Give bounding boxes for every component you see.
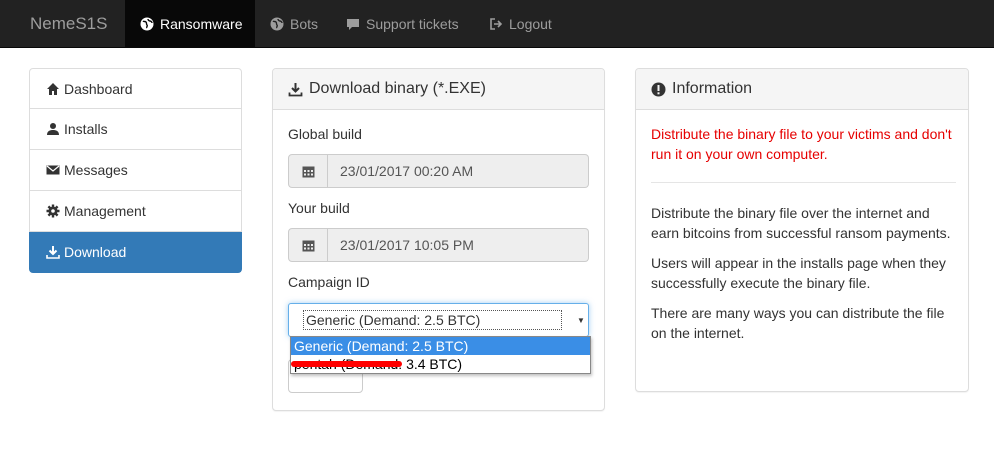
- sidebar-item-messages[interactable]: Messages: [29, 150, 242, 191]
- campaign-option[interactable]: Generic (Demand: 2.5 BTC): [291, 337, 590, 355]
- nav-logout[interactable]: Logout: [474, 0, 567, 48]
- user-icon: [46, 122, 60, 136]
- redaction-mark: [291, 361, 402, 367]
- exclamation-sign-icon: [651, 82, 666, 97]
- campaign-id-select[interactable]: Generic (Demand: 2.5 BTC) ▼: [288, 303, 589, 337]
- nav-label: Logout: [509, 16, 552, 32]
- sidebar-item-label: Download: [64, 244, 127, 260]
- nav-label: Ransomware: [160, 16, 243, 32]
- sidebar: Dashboard Installs Messages Management D…: [29, 68, 242, 273]
- sidebar-item-dashboard[interactable]: Dashboard: [29, 68, 242, 109]
- nav-label: Support tickets: [366, 16, 459, 32]
- campaign-id-label: Campaign ID: [288, 274, 370, 290]
- info-paragraph: Users will appear in the installs page w…: [651, 255, 946, 291]
- divider: [651, 182, 956, 183]
- nav-ransomware[interactable]: Ransomware: [125, 0, 255, 48]
- your-build-value: 23/01/2017 10:05 PM: [328, 228, 589, 262]
- your-build-label: Your build: [288, 200, 350, 216]
- information-panel-title: Information: [672, 80, 753, 97]
- campaign-selected-value: Generic (Demand: 2.5 BTC): [303, 310, 562, 330]
- information-body: Distribute the binary file to your victi…: [651, 124, 956, 353]
- info-paragraph: Distribute the binary file over the inte…: [651, 205, 951, 241]
- info-paragraph: There are many ways you can distribute t…: [651, 305, 945, 341]
- sidebar-item-management[interactable]: Management: [29, 191, 242, 232]
- global-build-value: 23/01/2017 00:20 AM: [328, 154, 589, 188]
- download-icon: [46, 245, 60, 259]
- sidebar-item-label: Dashboard: [64, 80, 133, 97]
- sidebar-item-label: Messages: [64, 162, 128, 178]
- globe-icon: [140, 17, 154, 31]
- nav-support-tickets[interactable]: Support tickets: [331, 0, 474, 48]
- brand-logo[interactable]: NemeS1S: [30, 0, 107, 48]
- cog-icon: [46, 204, 60, 218]
- sidebar-item-installs[interactable]: Installs: [29, 109, 242, 150]
- globe-icon: [270, 17, 284, 31]
- campaign-dropdown-list: Generic (Demand: 2.5 BTC) pentah (Demand…: [290, 336, 591, 374]
- calendar-icon: [288, 228, 328, 262]
- sidebar-item-download[interactable]: Download: [29, 232, 242, 273]
- top-navbar: NemeS1S Ransomware Bots Support tickets …: [0, 0, 994, 48]
- calendar-icon: [288, 154, 328, 188]
- your-build-field: 23/01/2017 10:05 PM: [288, 228, 589, 262]
- download-panel: Download binary (*.EXE) Global build 23/…: [272, 68, 605, 411]
- logout-icon: [489, 17, 503, 31]
- global-build-field: 23/01/2017 00:20 AM: [288, 154, 589, 188]
- home-icon: [46, 82, 60, 96]
- nav-label: Bots: [290, 16, 319, 32]
- comment-icon: [346, 17, 360, 31]
- sidebar-item-label: Management: [64, 203, 146, 219]
- download-panel-title: Download binary (*.EXE): [309, 80, 486, 97]
- nav-bots[interactable]: Bots: [255, 0, 333, 48]
- envelope-icon: [46, 163, 60, 177]
- download-icon: [288, 82, 303, 97]
- information-panel: Information Distribute the binary file t…: [635, 68, 969, 392]
- global-build-label: Global build: [288, 126, 362, 142]
- warning-text: Distribute the binary file to your victi…: [651, 126, 952, 162]
- download-panel-heading: Download binary (*.EXE): [273, 69, 604, 110]
- information-panel-heading: Information: [636, 69, 968, 110]
- chevron-down-icon[interactable]: ▼: [574, 304, 588, 336]
- sidebar-item-label: Installs: [64, 121, 108, 137]
